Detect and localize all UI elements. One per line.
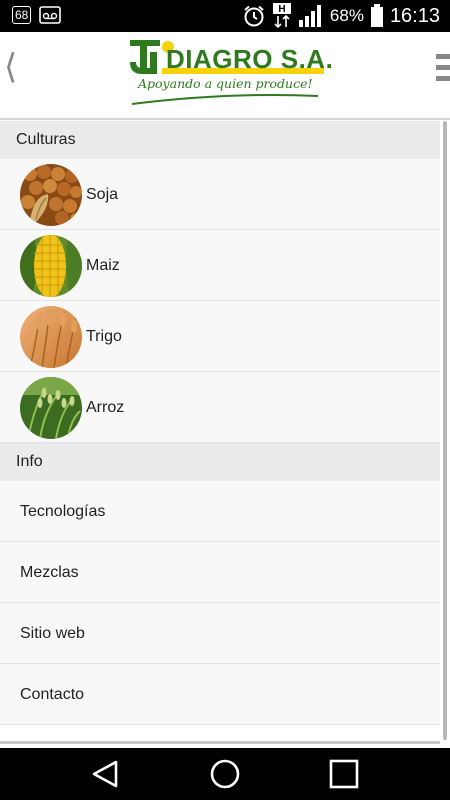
voicemail-icon	[39, 6, 62, 24]
diagro-logo: DIAGRO S.A. Apoyando a quien produce!	[128, 38, 333, 108]
crop-label: Maiz	[86, 257, 120, 274]
menu-icon[interactable]	[436, 54, 450, 87]
list-item-contacto[interactable]: Contacto	[0, 664, 440, 725]
back-triangle-icon[interactable]	[90, 758, 122, 790]
alarm-icon	[244, 5, 264, 27]
battery-icon	[370, 4, 383, 27]
brand-tagline: Apoyando a quien produce!	[138, 76, 313, 91]
app-header: ⟨ DIAGRO S.A. Apoyando a quien produce!	[0, 32, 450, 120]
status-bar: 68 H 68% 16:13	[0, 0, 450, 32]
crop-label: Soja	[86, 186, 119, 203]
hplus-data-icon: H	[272, 3, 291, 29]
system-nav-bar	[0, 748, 450, 800]
crop-label: Arroz	[86, 399, 125, 416]
rice-image	[20, 377, 82, 439]
list-item-arroz[interactable]: Arroz	[0, 372, 440, 443]
list-item-trigo[interactable]: Trigo	[0, 301, 440, 372]
wheat-image	[20, 306, 82, 368]
corn-image	[20, 235, 82, 297]
notification-count-icon: 68	[12, 6, 32, 24]
svg-text:H: H	[278, 4, 285, 15]
brand-name: DIAGRO S.A.	[166, 44, 334, 74]
section-header-info: Info	[0, 443, 440, 481]
content-list: Culturas Soja Maiz Trigo Arroz Info Tecn…	[0, 121, 440, 725]
section-header-culturas: Culturas	[0, 121, 440, 159]
soy-beans-image	[20, 164, 82, 226]
vertical-scrollbar[interactable]	[443, 121, 447, 740]
clock: 16:13	[389, 4, 440, 27]
back-chevron-icon[interactable]: ⟨	[4, 50, 17, 84]
list-item-sitio-web[interactable]: Sitio web	[0, 603, 440, 664]
list-item-soja[interactable]: Soja	[0, 159, 440, 230]
recents-square-icon[interactable]	[328, 758, 360, 790]
signal-icon	[298, 5, 321, 27]
list-item-mezclas[interactable]: Mezclas	[0, 542, 440, 603]
home-circle-icon[interactable]	[209, 758, 241, 790]
horizontal-scrollbar[interactable]	[0, 741, 440, 744]
battery-percent: 68%	[329, 6, 364, 25]
list-item-maiz[interactable]: Maiz	[0, 230, 440, 301]
crop-label: Trigo	[86, 328, 122, 345]
list-item-tecnologias[interactable]: Tecnologías	[0, 481, 440, 542]
